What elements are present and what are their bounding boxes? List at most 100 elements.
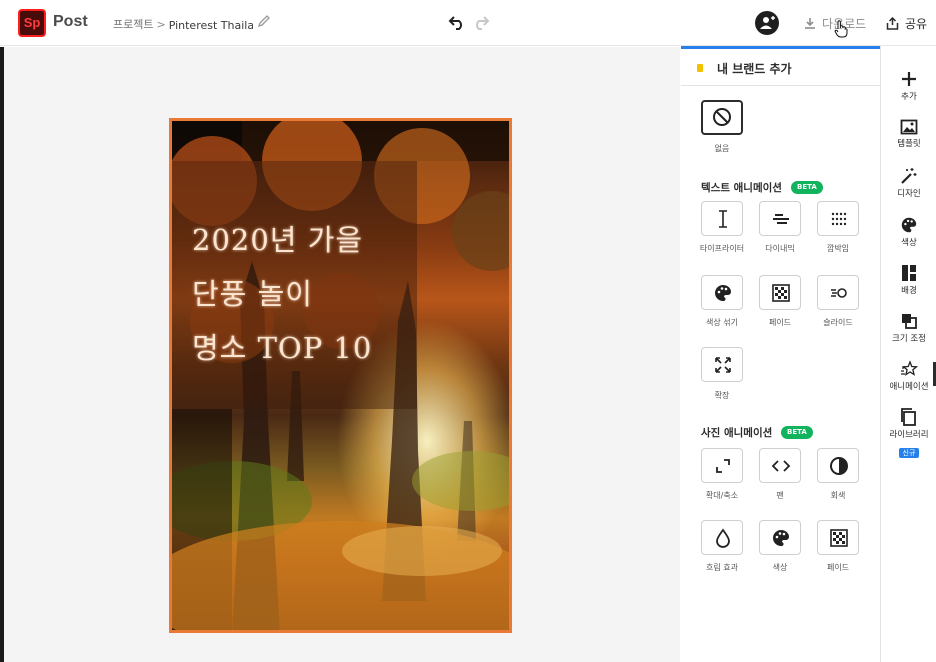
text-cursor-icon (719, 210, 727, 228)
app-window: Sp Post 프로젝트>Pinterest Thailand t 다운로드 공… (0, 0, 936, 662)
rail-item-add[interactable]: 추가 (881, 70, 936, 102)
poster-canvas[interactable]: 2020년 가을 단풍 놀이 명소 TOP 10 (169, 118, 512, 633)
rail-item-color[interactable]: 색상 (881, 216, 936, 248)
breadcrumb-separator: > (156, 18, 166, 31)
text-anim-fade[interactable] (759, 275, 801, 310)
slide-icon (831, 288, 847, 298)
rail-item-label: 배경 (901, 286, 917, 296)
photo-anim-fade[interactable] (817, 520, 859, 555)
poster-title[interactable]: 2020년 가을 단풍 놀이 명소 TOP 10 (192, 213, 372, 375)
window-edge (0, 47, 4, 662)
text-animation-title: 텍스트 애니메이션 (701, 182, 782, 194)
align-center-icon (773, 214, 789, 224)
pencil-icon[interactable] (257, 14, 271, 28)
brand-header-title: 내 브랜드 추가 (717, 62, 792, 76)
zoom-icon (716, 459, 730, 473)
photo-anim-zoom[interactable] (701, 448, 743, 483)
beta-badge: BETA (791, 181, 823, 194)
breadcrumb: 프로젝트>Pinterest Thailand t (113, 16, 253, 32)
photo-anim-pan[interactable] (759, 448, 801, 483)
poster-title-line: 2020년 가을 (192, 223, 364, 257)
share-icon (886, 16, 899, 30)
rail-item-label: 크기 조정 (892, 334, 926, 344)
text-anim-color-mix[interactable] (701, 275, 743, 310)
rail-item-label: 디자인 (897, 189, 921, 199)
plus-icon (902, 72, 916, 86)
share-button[interactable]: 공유 (886, 14, 927, 32)
photo-anim-color[interactable] (759, 520, 801, 555)
background-icon (902, 265, 916, 281)
checker-icon (772, 284, 790, 302)
redo-icon[interactable] (472, 13, 490, 31)
rail-item-background[interactable]: 배경 (881, 264, 936, 296)
new-badge: 신규 (898, 448, 920, 458)
text-anim-flicker[interactable] (817, 201, 859, 236)
top-bar: Sp Post 프로젝트>Pinterest Thailand t 다운로드 공… (0, 0, 936, 46)
magic-wand-icon (901, 168, 917, 184)
text-anim-label: 페이드 (768, 318, 792, 327)
no-symbol-icon (713, 108, 731, 126)
animation-icon (901, 360, 918, 376)
hand-cursor-icon (834, 20, 848, 38)
rail-item-label: 템플릿 (897, 139, 921, 149)
rail-item-label: 색상 (901, 238, 917, 248)
photo-anim-blur[interactable] (701, 520, 743, 555)
text-anim-typewriter[interactable] (701, 201, 743, 236)
photo-anim-label: 흐림 효과 (706, 563, 738, 572)
library-icon (901, 408, 916, 426)
photo-anim-label: 회색 (830, 491, 846, 500)
rail-item-design[interactable]: 디자인 (881, 167, 936, 199)
palette-icon (715, 285, 731, 302)
spark-post-logo[interactable]: Sp (18, 9, 46, 37)
photo-anim-label: 색상 (772, 563, 788, 572)
text-anim-expand[interactable] (701, 347, 743, 382)
text-anim-slide[interactable] (817, 275, 859, 310)
animation-none-button[interactable] (701, 100, 743, 135)
app-name: Post (53, 13, 88, 30)
template-icon (900, 119, 918, 135)
rail-item-resize[interactable]: 크기 조정 (881, 312, 936, 344)
text-anim-label: 깜박임 (826, 244, 850, 253)
palette-icon (773, 530, 789, 547)
checker-icon (830, 529, 848, 547)
drop-icon (716, 528, 730, 548)
photo-anim-grayscale[interactable] (817, 448, 859, 483)
text-anim-label: 다이내믹 (765, 244, 795, 253)
rail-item-label: 라이브러리 (889, 430, 929, 440)
text-anim-dynamic[interactable] (759, 201, 801, 236)
text-anim-label: 색상 섞기 (706, 318, 738, 327)
animation-none-label: 없음 (714, 144, 730, 153)
add-collaborator-button[interactable] (755, 11, 779, 35)
breadcrumb-projects-link[interactable]: 프로젝트 (113, 18, 153, 31)
user-plus-icon (760, 16, 775, 29)
rail-item-library[interactable]: 라이브러리 신규 (881, 408, 936, 459)
photo-anim-label: 확대/축소 (705, 491, 739, 500)
rail-item-templates[interactable]: 템플릿 (881, 119, 936, 149)
grayscale-icon (830, 457, 848, 475)
photo-animation-title: 사진 애니메이션 (701, 427, 773, 439)
poster-title-line: 단풍 놀이 (192, 277, 313, 311)
beta-badge: BETA (781, 426, 813, 439)
undo-icon[interactable] (448, 13, 466, 31)
text-anim-label: 확장 (714, 391, 730, 400)
poster-title-line: 명소 TOP 10 (192, 331, 373, 365)
pan-icon (771, 460, 791, 472)
text-anim-label: 타이프라이터 (699, 244, 745, 253)
rail-item-label: 애니메이션 (889, 382, 929, 392)
rail-item-label: 추가 (901, 92, 917, 102)
expand-icon (715, 357, 731, 373)
palette-icon (901, 217, 917, 233)
animation-panel: 내 브랜드 추가 없음 텍스트 애니메이션 BETA 타이프라이터 다이내믹 깜… (681, 46, 880, 662)
brand-flag-icon (697, 64, 703, 72)
autumn-forest-image (172, 121, 509, 630)
text-anim-label: 슬라이드 (823, 318, 853, 327)
rail-item-animation[interactable]: 애니메이션 (881, 360, 936, 392)
brand-header[interactable]: 내 브랜드 추가 (681, 49, 880, 86)
photo-anim-label: 팬 (776, 491, 784, 500)
right-toolbar: 추가 템플릿 디자인 색상 배경 크기 조정 애니메이션 라이브러리 신규 (880, 46, 936, 662)
dots-grid-icon (831, 212, 847, 226)
project-name[interactable]: Pinterest Thailand t (169, 19, 253, 32)
download-icon (805, 17, 815, 29)
photo-anim-label: 페이드 (826, 563, 850, 572)
share-label: 공유 (905, 16, 928, 31)
